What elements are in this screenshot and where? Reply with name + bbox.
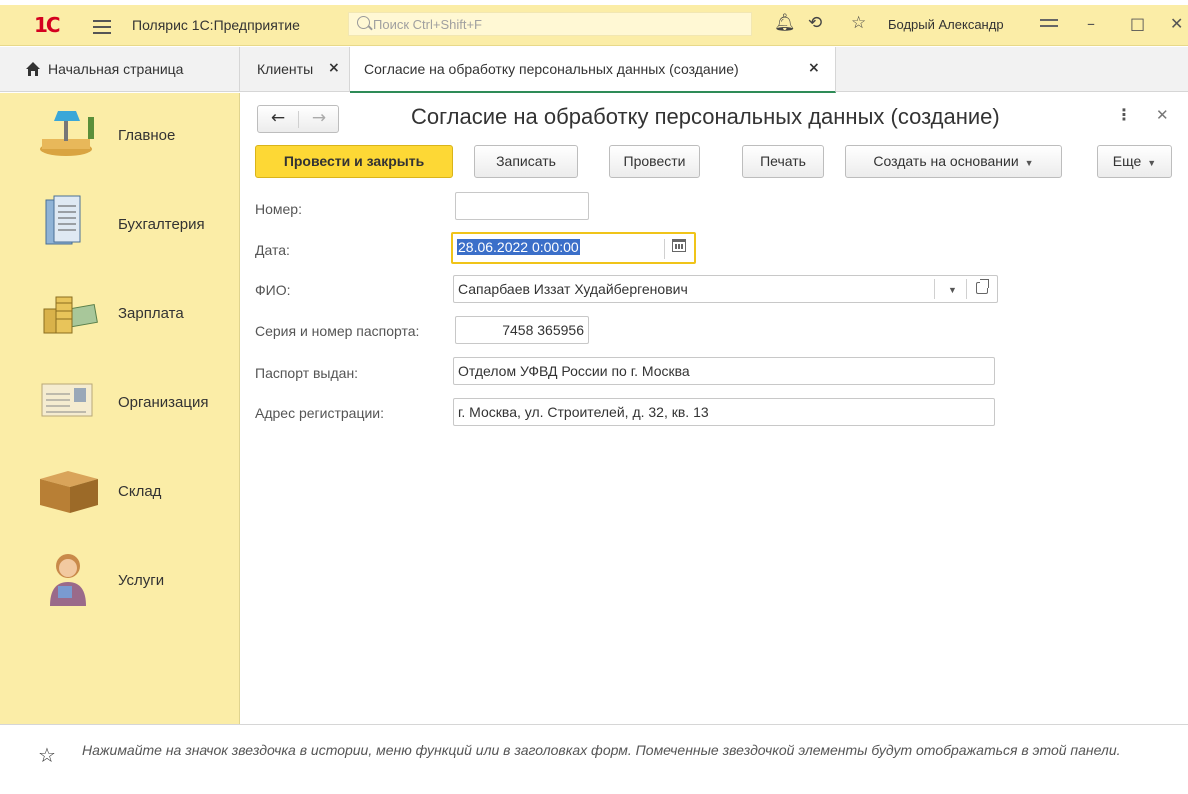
chevron-down-icon: ▼	[1147, 158, 1157, 168]
number-field[interactable]	[455, 192, 589, 220]
star-icon: ☆	[38, 743, 56, 767]
chevron-down-icon[interactable]: ▼	[948, 277, 957, 303]
date-label: Дата:	[255, 242, 290, 258]
sidebar-item-label: Бухгалтерия	[118, 216, 205, 233]
passport-field[interactable]: 7458 365956	[455, 316, 589, 344]
sidebar-item-label: Организация	[118, 394, 209, 411]
id-card-icon	[41, 383, 93, 417]
box-icon	[40, 471, 98, 513]
sidebar-item-label: Зарплата	[118, 305, 184, 322]
maximize-icon[interactable]: □	[1130, 14, 1145, 33]
post-and-close-button[interactable]: Провести и закрыть	[255, 145, 453, 178]
search-icon	[357, 16, 370, 29]
field-separator	[664, 239, 665, 259]
desk-lamp-icon	[40, 111, 94, 156]
more-button[interactable]: Еще ▼	[1097, 145, 1172, 178]
tab-clients-label: Клиенты	[257, 61, 314, 77]
sidebar: Главное Бухгалтерия Зарплата Организация…	[0, 93, 240, 724]
date-field[interactable]: 28.06.2022 0:00:00	[451, 232, 696, 264]
sidebar-item-services[interactable]: Услуги	[0, 542, 240, 622]
fio-label: ФИО:	[255, 282, 291, 298]
tab-close-icon[interactable]: ×	[328, 60, 340, 76]
close-form-icon[interactable]: ✕	[1156, 106, 1169, 124]
fio-value: Сапарбаев Иззат Худайбергенович	[458, 281, 688, 297]
tab-home[interactable]: Начальная страница	[0, 47, 240, 92]
form-title: Согласие на обработку персональных данны…	[411, 104, 1000, 129]
create-based-on-button[interactable]: Создать на основании ▼	[845, 145, 1062, 178]
home-icon	[26, 62, 40, 76]
app-title: Полярис 1С:Предприятие	[132, 17, 300, 33]
fio-field[interactable]: Сапарбаев Иззат Худайбергенович ▼	[453, 275, 998, 303]
title-bar: 1С Полярис 1С:Предприятие Поиск Ctrl+Shi…	[0, 0, 1188, 46]
settings-icon[interactable]	[1040, 19, 1058, 31]
minimize-icon[interactable]: –	[1087, 14, 1095, 33]
date-value: 28.06.2022 0:00:00	[457, 239, 580, 255]
nav-buttons: ← →	[257, 105, 339, 133]
user-name[interactable]: Бодрый Александр	[888, 17, 1004, 32]
issued-label: Паспорт выдан:	[255, 365, 359, 381]
calendar-icon[interactable]	[672, 239, 686, 252]
field-separator	[966, 279, 967, 299]
search-input[interactable]: Поиск Ctrl+Shift+F	[348, 12, 752, 36]
bell-icon[interactable]: 🔔︎	[774, 14, 796, 32]
service-person-icon	[50, 554, 86, 606]
more-label: Еще	[1112, 153, 1142, 169]
main-menu-icon[interactable]	[93, 20, 111, 38]
history-icon[interactable]: ⟲	[808, 14, 822, 32]
create-based-on-label: Создать на основании	[873, 153, 1019, 169]
number-label: Номер:	[255, 201, 302, 217]
form-area: ← → Согласие на обработку персональных д…	[241, 93, 1188, 724]
tab-consent[interactable]: Согласие на обработку персональных данны…	[350, 47, 836, 93]
tab-home-label: Начальная страница	[48, 61, 184, 77]
sidebar-item-organization[interactable]: Организация	[0, 364, 240, 444]
tab-consent-label: Согласие на обработку персональных данны…	[364, 61, 739, 77]
sidebar-item-warehouse[interactable]: Склад	[0, 453, 240, 533]
favorites-panel: ☆ Нажимайте на значок звездочка в истори…	[0, 724, 1188, 794]
coins-money-icon	[43, 296, 98, 334]
print-button[interactable]: Печать	[742, 145, 824, 178]
tab-clients[interactable]: Клиенты ×	[240, 47, 350, 92]
sidebar-item-label: Услуги	[118, 572, 165, 589]
more-actions-icon[interactable]: ⋮	[1116, 105, 1132, 124]
sidebar-item-accounting[interactable]: Бухгалтерия	[0, 186, 240, 266]
chevron-down-icon: ▼	[1024, 158, 1034, 168]
post-button[interactable]: Провести	[609, 145, 700, 178]
documents-icon	[45, 195, 81, 245]
sidebar-item-label: Главное	[118, 127, 176, 144]
tab-bar: Начальная страница Клиенты × Согласие на…	[0, 47, 1188, 93]
tab-close-icon[interactable]: ×	[808, 60, 820, 76]
back-arrow-icon[interactable]: ←	[258, 108, 298, 128]
top-strip	[0, 0, 1188, 5]
passport-label: Серия и номер паспорта:	[255, 323, 420, 339]
sidebar-item-main[interactable]: Главное	[0, 97, 240, 177]
star-icon[interactable]: ☆	[851, 14, 866, 32]
search-placeholder: Поиск Ctrl+Shift+F	[373, 17, 482, 32]
favorites-hint: Нажимайте на значок звездочка в истории,…	[82, 742, 1121, 758]
field-separator	[934, 279, 935, 299]
address-field[interactable]: г. Москва, ул. Строителей, д. 32, кв. 13	[453, 398, 995, 426]
open-icon[interactable]	[976, 279, 989, 294]
issued-field[interactable]: Отделом УФВД России по г. Москва	[453, 357, 995, 385]
close-window-icon[interactable]: ✕	[1170, 14, 1183, 33]
forward-arrow-icon[interactable]: →	[299, 108, 339, 128]
sidebar-item-salary[interactable]: Зарплата	[0, 275, 240, 355]
sidebar-item-label: Склад	[118, 483, 162, 500]
save-button[interactable]: Записать	[474, 145, 578, 178]
address-label: Адрес регистрации:	[255, 405, 385, 421]
1c-logo[interactable]: 1С	[34, 13, 61, 37]
